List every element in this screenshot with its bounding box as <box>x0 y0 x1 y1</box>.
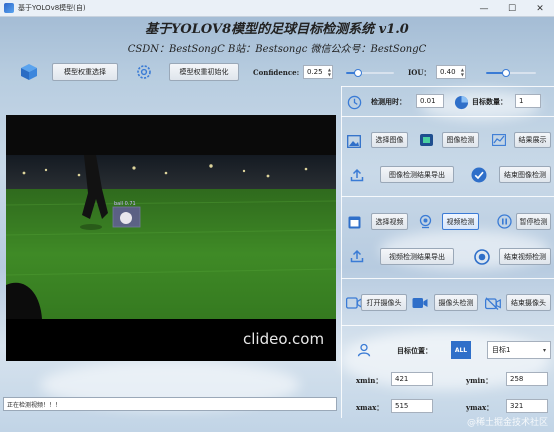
cube-icon <box>20 63 38 81</box>
slider-handle[interactable] <box>502 69 510 77</box>
check-circle-icon <box>470 166 487 183</box>
chevron-down-icon: ▾ <box>542 346 546 354</box>
iou-value: 0.40 <box>440 68 456 76</box>
video-frame: ball 0.71 clideo.com <box>6 115 336 361</box>
pause-icon <box>496 213 512 229</box>
iou-spinbox[interactable]: 0.40 ▲ ▼ <box>436 65 466 79</box>
confidence-spinbox[interactable]: 0.25 ▲ ▼ <box>303 65 333 79</box>
webcam-icon <box>417 213 434 230</box>
stop-circle-icon <box>473 248 490 265</box>
video-display: ball 0.71 clideo.com <box>6 115 336 361</box>
target-position-label: 目标位置： <box>397 346 432 355</box>
panel-divider <box>341 325 554 326</box>
xmin-label: xmin： <box>356 376 383 385</box>
gear-icon <box>135 63 153 81</box>
ymin-field: 258 <box>506 372 548 386</box>
clock-icon <box>346 94 362 110</box>
select-image-button[interactable]: 选择图像 <box>371 132 408 148</box>
slider-handle[interactable] <box>354 69 362 77</box>
ymin-label: ymin： <box>466 376 493 385</box>
detect-time-field: 0.01 <box>416 94 444 108</box>
video-detect-button[interactable]: 视频检测 <box>442 213 479 230</box>
open-camera-button[interactable]: 打开摄像头 <box>361 294 407 311</box>
xmin-field: 421 <box>391 372 433 386</box>
video-watermark: clideo.com <box>243 330 324 348</box>
app-icon <box>4 3 14 13</box>
iou-slider[interactable] <box>486 69 536 77</box>
panel-divider <box>341 86 342 418</box>
page-subtitle: CSDN：BestSongC B站：Bestsongc 微信公众号：BestSo… <box>127 44 427 55</box>
panel-divider <box>341 278 554 279</box>
detection-label: ball 0.71 <box>114 201 136 207</box>
camera-off-icon <box>485 295 501 311</box>
result-show-button[interactable]: 结果展示 <box>514 132 551 148</box>
end-camera-button[interactable]: 结束摄像头 <box>506 294 551 311</box>
pause-detect-button[interactable]: 暂停检测 <box>516 213 551 230</box>
iou-label: IOU： <box>408 68 431 77</box>
maximize-button[interactable]: ☐ <box>498 0 526 17</box>
xmax-field: 515 <box>391 399 433 413</box>
minimize-button[interactable]: — <box>470 0 498 17</box>
pie-chart-icon <box>453 94 469 110</box>
image-detect-button[interactable]: 图像检测 <box>442 132 479 148</box>
upload-icon <box>349 248 365 264</box>
confidence-slider[interactable] <box>346 69 394 77</box>
target-count-field: 1 <box>515 94 541 108</box>
end-image-detect-button[interactable]: 结束图像检测 <box>499 166 551 183</box>
target-select-dropdown[interactable]: 目标1 ▾ <box>487 341 551 359</box>
detect-time-label: 检测用时： <box>371 97 406 106</box>
video-result-export-button[interactable]: 视频检测结果导出 <box>380 248 454 265</box>
xmax-label: xmax： <box>356 403 384 412</box>
window-titlebar: 基于YOLOv8模型(自) — ☐ ✕ <box>0 0 554 17</box>
spin-arrows-icon: ▲ ▼ <box>460 67 464 77</box>
image-icon <box>346 133 362 149</box>
all-targets-icon: ALL <box>451 341 471 359</box>
close-button[interactable]: ✕ <box>526 0 554 17</box>
user-icon <box>356 342 372 358</box>
panel-divider <box>341 196 554 197</box>
panel-divider <box>341 116 554 117</box>
line-chart-icon <box>491 132 507 148</box>
status-bar: 正在检测视频！！！ <box>3 397 337 411</box>
image-result-export-button[interactable]: 图像检测结果导出 <box>380 166 454 183</box>
scan-icon <box>418 132 434 148</box>
select-video-button[interactable]: 选择视频 <box>371 213 408 230</box>
panel-divider <box>341 86 554 87</box>
spin-arrows-icon: ▲ ▼ <box>327 67 331 77</box>
end-video-detect-button[interactable]: 结束视频检测 <box>499 248 551 265</box>
video-camera-icon <box>412 295 428 311</box>
target-select-value: 目标1 <box>492 346 511 354</box>
window-title: 基于YOLOv8模型(自) <box>18 4 86 12</box>
model-weight-init-button[interactable]: 模型权重初始化 <box>169 63 239 81</box>
upload-icon <box>349 167 365 183</box>
ymax-label: ymax： <box>466 403 494 412</box>
model-weight-select-button[interactable]: 模型权重选择 <box>52 63 118 81</box>
camera-detect-button[interactable]: 摄像头检测 <box>434 294 478 311</box>
footer-watermark: @稀土掘金技术社区 <box>466 418 548 428</box>
target-count-label: 目标数量： <box>472 97 507 106</box>
video-window-icon <box>346 214 362 230</box>
ymax-field: 321 <box>506 399 548 413</box>
confidence-value: 0.25 <box>307 68 323 76</box>
camera-icon <box>346 295 362 311</box>
confidence-label: Confidence: <box>253 68 300 77</box>
page-title: 基于YOLOV8模型的足球目标检测系统 v1.0 <box>145 22 409 37</box>
